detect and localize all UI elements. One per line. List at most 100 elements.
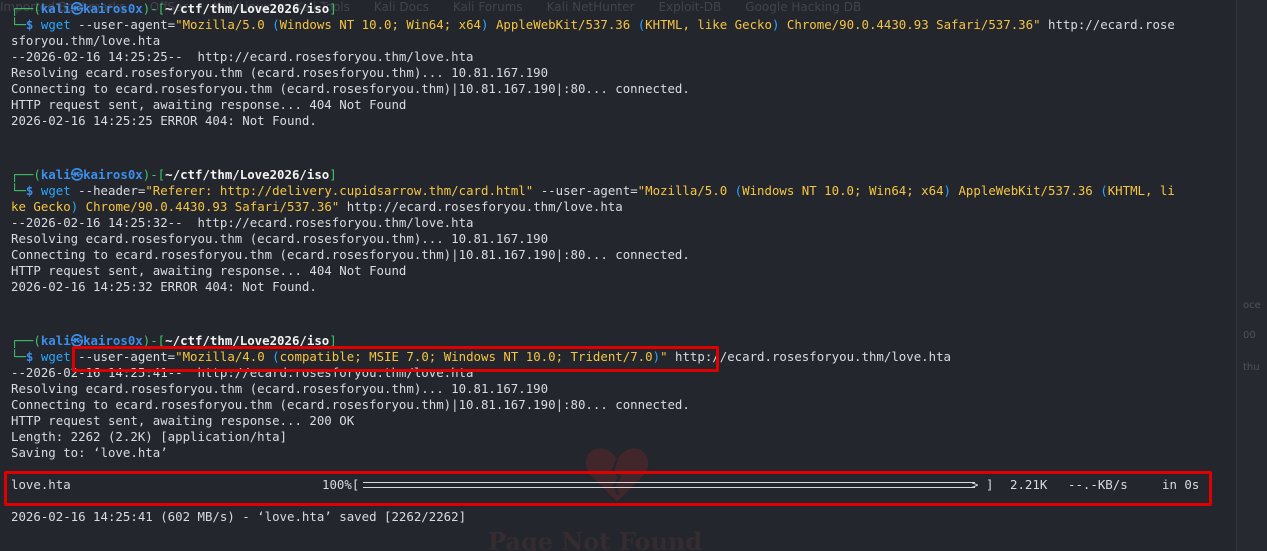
command-arg: --user-agent=	[533, 183, 638, 198]
progress-speed: --.-KB/s	[1068, 477, 1128, 492]
broken-heart-icon	[585, 448, 649, 502]
output-line: Saving to: ‘love.hta’	[11, 445, 168, 460]
output-line: Connecting to ecard.rosesforyou.thm (eca…	[11, 247, 690, 262]
output-line: Resolving ecard.rosesforyou.thm (ecard.r…	[11, 381, 549, 396]
command-arg: "Referer: http://delivery.cupidsarrow.th…	[145, 183, 534, 198]
command-arg: (	[1100, 183, 1108, 198]
command-arg: Windows NT 10.0; Win64; x64	[279, 17, 482, 32]
output-line: --2026-02-16 14:25:32-- http://ecard.ros…	[11, 215, 474, 230]
command-arg: http://ecard.rosesforyou.thm/love.hta	[339, 199, 623, 214]
command-arg: --user-agent=	[70, 17, 176, 32]
progress-time: in 0s	[1162, 477, 1200, 492]
command-arg: "Mozilla/5.0	[637, 183, 735, 198]
output-line: Resolving ecard.rosesforyou.thm (ecard.r…	[11, 231, 549, 246]
command-line: └─$ wget --user-agent="Mozilla/5.0 (Wind…	[11, 17, 1175, 33]
bookmark-item: Kali Docs	[373, 0, 429, 14]
command-arg: KHTML, like Gecko	[645, 17, 772, 32]
scroll-ghost-text: 00	[1243, 330, 1256, 341]
prompt-at: ㉿	[70, 167, 84, 182]
command-wrap: ke Gecko) Chrome/90.0.4430.93 Safari/537…	[11, 199, 623, 215]
prompt-at: ㉿	[70, 1, 84, 16]
progress-close: ]	[986, 477, 994, 492]
prompt-corner: )-[	[142, 1, 166, 16]
prompt-corner: )-[	[142, 167, 166, 182]
output-line: HTTP request sent, awaiting response... …	[11, 413, 355, 428]
command-name: wget	[40, 349, 71, 364]
prompt-corner: ]	[329, 167, 337, 182]
command-arg: AppleWebKit/537.36	[951, 183, 1101, 198]
output-line: HTTP request sent, awaiting response... …	[11, 97, 407, 112]
command-arg: compatible; MSIE 7.0; Windows NT 10.0; T…	[279, 349, 653, 364]
prompt-corner: └─	[11, 17, 26, 32]
output-line: HTTP request sent, awaiting response... …	[11, 263, 407, 278]
prompt-path: ~/ctf/thm/Love2026/iso	[165, 333, 330, 348]
prompt-corner: ┌──(	[11, 333, 41, 348]
terminal-scrollbar[interactable]: oce 00 thu	[1236, 0, 1267, 551]
prompt-host: kairos0x	[83, 167, 143, 182]
prompt-corner: └─	[11, 183, 26, 198]
output-line: 2026-02-16 14:25:25 ERROR 404: Not Found…	[11, 113, 317, 128]
output-line: --2026-02-16 14:25:25-- http://ecard.ros…	[11, 49, 474, 64]
command-arg: "	[660, 349, 668, 364]
prompt-host: kairos0x	[83, 1, 143, 16]
bookmark-item: Google Hacking DB	[745, 0, 862, 14]
command-arg: (	[272, 349, 280, 364]
output-line: Resolving ecard.rosesforyou.thm (ecard.r…	[11, 65, 549, 80]
command-line: └─$ wget --header="Referer: http://deliv…	[11, 183, 1175, 199]
command-arg: ke Gecko	[11, 199, 71, 214]
command-arg: AppleWebKit/537.36	[488, 17, 638, 32]
progress-bar: >	[363, 477, 983, 493]
prompt-path: ~/ctf/thm/Love2026/iso	[165, 167, 330, 182]
progress-arrow-icon: >	[971, 477, 979, 492]
bookmark-item: Kali Forums	[452, 0, 523, 14]
prompt-user: kali	[40, 333, 71, 348]
command-arg: Chrome/90.0.4430.93 Safari/537.36"	[779, 17, 1041, 32]
command-name: wget	[40, 17, 71, 32]
output-line: Connecting to ecard.rosesforyou.thm (eca…	[11, 81, 690, 96]
command-arg: "Mozilla/4.0	[175, 349, 273, 364]
terminal-window[interactable]: Imported Bookmarks OffSec Kali Linux Kali T…	[0, 0, 1267, 551]
command-arg: http://ecard.rose	[1040, 17, 1175, 32]
prompt-corner: ]	[329, 333, 337, 348]
progress-filename: love.hta	[11, 477, 71, 492]
bookmark-item: Exploit-DB	[658, 0, 722, 14]
scroll-ghost-text: oce	[1243, 300, 1261, 311]
output-line: 2026-02-16 14:25:32 ERROR 404: Not Found…	[11, 279, 317, 294]
command-arg: )	[943, 183, 952, 198]
prompt-user: kali	[40, 167, 71, 182]
prompt-corner: )-[	[142, 333, 166, 348]
prompt-line: ┌──(kali㉿kairos0x)-[~/ctf/thm/Love2026/i…	[11, 333, 337, 349]
output-line: --2026-02-16 14:25:41-- http://ecard.ros…	[11, 365, 474, 380]
command-arg: --header=	[70, 183, 146, 198]
background-page-title: Page Not Found	[488, 527, 703, 551]
prompt-line: ┌──(kali㉿kairos0x)-[~/ctf/thm/Love2026/i…	[11, 167, 337, 183]
saved-line: 2026-02-16 14:25:41 (602 MB/s) - ‘love.h…	[11, 509, 467, 524]
prompt-line: ┌──(kali㉿kairos0x)-[~/ctf/thm/Love2026/i…	[11, 1, 337, 17]
command-name: wget	[40, 183, 71, 198]
command-arg: KHTML, li	[1107, 183, 1175, 198]
command-line: └─$ wget --user-agent="Mozilla/4.0 (comp…	[11, 349, 951, 365]
progress-percent: 100%[	[322, 477, 360, 492]
output-line: Connecting to ecard.rosesforyou.thm (eca…	[11, 397, 690, 412]
prompt-host: kairos0x	[83, 333, 143, 348]
command-arg: --user-agent=	[70, 349, 176, 364]
prompt-corner: ┌──(	[11, 167, 41, 182]
prompt-at: ㉿	[70, 333, 84, 348]
command-arg: )	[652, 349, 661, 364]
command-arg: Windows NT 10.0; Win64; x64	[742, 183, 944, 198]
output-line: Length: 2262 (2.2K) [application/hta]	[11, 429, 288, 444]
bookmark-item: Kali NetHunter	[546, 0, 635, 14]
command-arg: (	[272, 17, 280, 32]
prompt-corner: └─	[11, 349, 26, 364]
prompt-path: ~/ctf/thm/Love2026/iso	[165, 1, 330, 16]
scroll-ghost-text: thu	[1243, 362, 1260, 373]
command-arg: sforyou.thm/love.hta	[11, 33, 161, 48]
progress-size: 2.21K	[1010, 477, 1048, 492]
progress-bar-fill	[363, 482, 975, 488]
prompt-corner: ]	[329, 1, 337, 16]
command-arg: (	[734, 183, 743, 198]
command-arg: http://ecard.rosesforyou.thm/love.hta	[667, 349, 952, 364]
command-wrap: sforyou.thm/love.hta	[11, 33, 160, 49]
